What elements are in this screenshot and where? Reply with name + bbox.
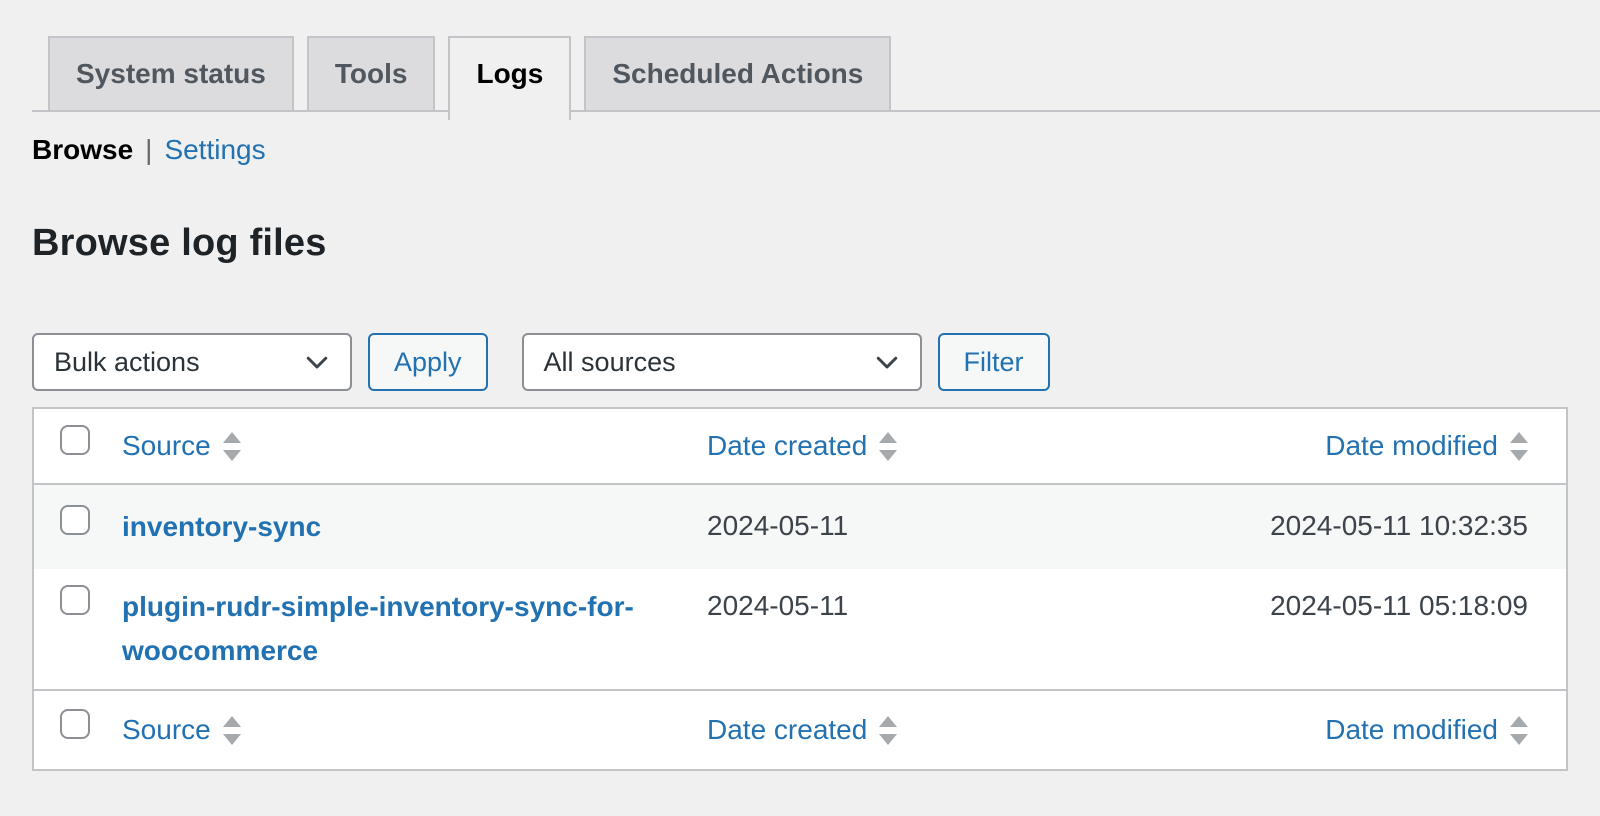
subnav-separator: |	[145, 134, 153, 165]
sources-filter-value: All sources	[543, 346, 676, 377]
table-toolbar: Bulk actions Apply All sources Filter	[32, 333, 1600, 391]
date-modified-column-label: Date modified	[1325, 430, 1498, 461]
sort-arrows-icon	[1510, 715, 1528, 745]
date-created-value: 2024-05-11	[707, 510, 849, 541]
date-created-column-label: Date created	[707, 714, 868, 745]
status-tab-bar: System status Tools Logs Scheduled Actio…	[32, 36, 1600, 120]
sort-by-date-created-link[interactable]: Date created	[707, 425, 898, 467]
sort-arrows-icon	[1510, 431, 1528, 461]
logs-subnav: Browse | Settings	[32, 134, 1600, 166]
date-created-column-label: Date created	[707, 430, 868, 461]
tab-tools[interactable]: Tools	[306, 36, 436, 110]
page-title: Browse log files	[32, 222, 327, 264]
sources-filter-select[interactable]: All sources	[521, 333, 922, 391]
select-all-checkbox[interactable]	[60, 425, 90, 455]
tab-logs[interactable]: Logs	[448, 36, 572, 120]
sort-by-date-modified-link[interactable]: Date modified	[1325, 425, 1528, 467]
table-footer-row: Source Date created Date modified	[34, 691, 1566, 769]
apply-button[interactable]: Apply	[368, 333, 488, 391]
date-modified-value: 2024-05-11 10:32:35	[1270, 510, 1528, 541]
source-column-label: Source	[122, 714, 211, 745]
sort-by-source-link[interactable]: Source	[122, 709, 241, 751]
log-file-link[interactable]: plugin-rudr-simple-inventory-sync-for-wo…	[122, 585, 682, 673]
sort-by-date-created-link[interactable]: Date created	[707, 709, 898, 751]
bulk-actions-select[interactable]: Bulk actions	[32, 333, 352, 391]
row-checkbox[interactable]	[60, 505, 90, 535]
sort-arrows-icon	[879, 431, 898, 461]
tab-system-status[interactable]: System status	[48, 36, 294, 110]
source-column-label: Source	[122, 430, 211, 461]
subnav-item-browse[interactable]: Browse	[32, 134, 133, 166]
subnav-item-settings[interactable]: Settings	[164, 134, 265, 166]
tab-scheduled-actions[interactable]: Scheduled Actions	[584, 36, 892, 110]
date-created-value: 2024-05-11	[707, 590, 849, 621]
filter-button[interactable]: Filter	[937, 333, 1050, 391]
sort-arrows-icon	[222, 431, 241, 461]
log-files-table: Source Date created Date modified invent…	[32, 407, 1568, 771]
date-modified-value: 2024-05-11 05:18:09	[1270, 590, 1528, 621]
select-all-checkbox[interactable]	[60, 709, 90, 739]
table-row: inventory-sync 2024-05-11 2024-05-11 10:…	[34, 485, 1566, 569]
table-header-row: Source Date created Date modified	[34, 409, 1566, 485]
chevron-down-icon	[876, 356, 897, 369]
table-row: plugin-rudr-simple-inventory-sync-for-wo…	[34, 569, 1566, 691]
bulk-actions-value: Bulk actions	[54, 346, 200, 377]
log-file-link[interactable]: inventory-sync	[122, 505, 321, 549]
sort-arrows-icon	[879, 715, 898, 745]
sort-by-source-link[interactable]: Source	[122, 425, 241, 467]
date-modified-column-label: Date modified	[1325, 714, 1498, 745]
row-checkbox[interactable]	[60, 585, 90, 615]
chevron-down-icon	[306, 356, 328, 369]
sort-arrows-icon	[222, 715, 241, 745]
sort-by-date-modified-link[interactable]: Date modified	[1325, 709, 1528, 751]
